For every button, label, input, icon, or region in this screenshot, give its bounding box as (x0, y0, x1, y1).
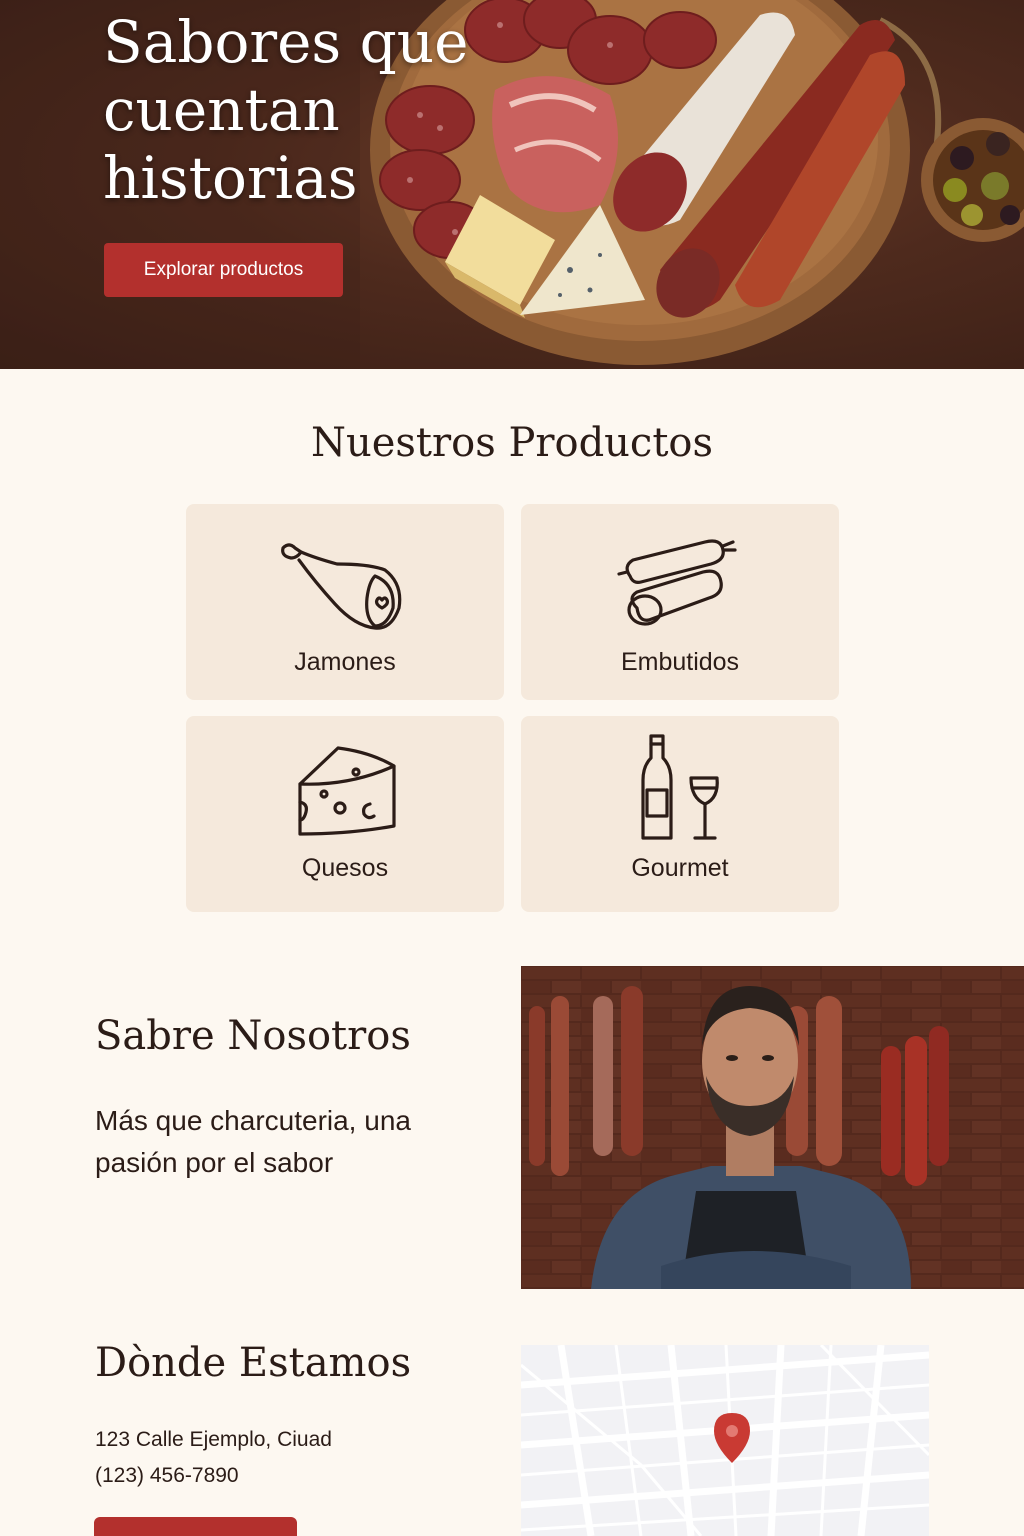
about-text: Más que charcuteria, una pasión por el s… (95, 1105, 411, 1178)
product-card-embutidos[interactable]: Embutidos (521, 504, 839, 700)
products-title: Nuestros Productos (310, 420, 714, 466)
product-label-embutidos: Embutidos (620, 648, 740, 676)
butcher-photo (521, 966, 1024, 1289)
wine-icon (641, 734, 719, 840)
product-label-gourmet: Gourmet (631, 854, 729, 882)
sausage-icon (617, 539, 737, 626)
cheese-icon (298, 746, 396, 836)
product-card-quesos[interactable]: Quesos (186, 716, 504, 912)
address-text: 123 Calle Ejemplo, Ciuad (95, 1428, 332, 1451)
about-title: Sabre Nosotros (95, 1013, 411, 1059)
location-map[interactable] (521, 1345, 929, 1536)
hero-title: Sabores que cuentan historias (103, 8, 469, 212)
hero-banner: Sabores que cuentan historias Explorar p… (0, 0, 1024, 369)
butcher-photo-image (521, 966, 1024, 1289)
explore-products-button[interactable]: Explorar productos (104, 243, 343, 297)
ham-icon (281, 543, 402, 630)
location-title: Dònde Estamos (95, 1340, 412, 1386)
location-action-button[interactable] (94, 1517, 297, 1536)
phone-text: (123) 456-7890 (95, 1464, 239, 1487)
product-label-quesos: Quesos (301, 854, 389, 882)
map-pin-icon (714, 1413, 750, 1463)
product-card-gourmet[interactable]: Gourmet (521, 716, 839, 912)
product-label-jamones: Jamones (294, 648, 396, 676)
product-card-jamones[interactable]: Jamones (186, 504, 504, 700)
